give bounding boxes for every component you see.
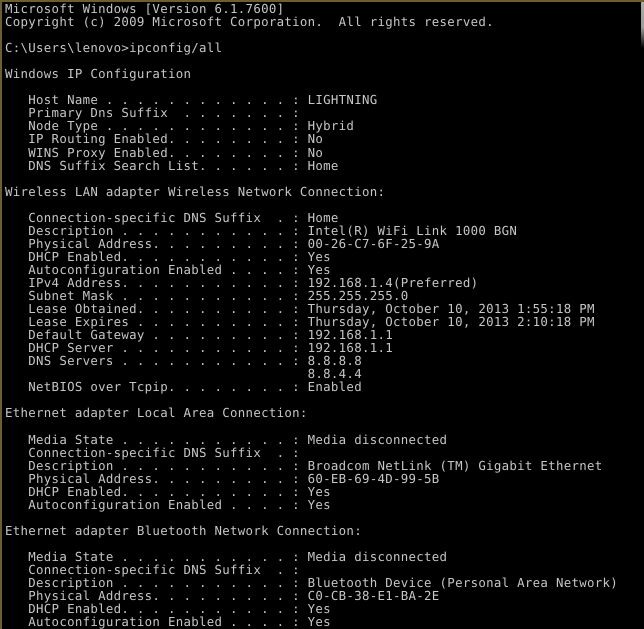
console-line: NetBIOS over Tcpip. . . . . . . . : Enab… bbox=[5, 379, 362, 395]
console-line: Copyright (c) 2009 Microsoft Corporation… bbox=[5, 14, 494, 30]
console-line: C:\Users\lenovo>ipconfig/all bbox=[5, 40, 223, 56]
console-line: Windows IP Configuration bbox=[5, 66, 192, 82]
console-line: Autoconfiguration Enabled . . . . : Yes bbox=[5, 614, 331, 629]
console-line: Physical Address. . . . . . . . . : 00-2… bbox=[5, 235, 440, 251]
console-output-text[interactable]: Microsoft Windows [Version 6.1.7600] Copy… bbox=[5, 2, 644, 629]
console-line: Wireless LAN adapter Wireless Network Co… bbox=[5, 183, 386, 199]
console-line: Description . . . . . . . . . . . : Inte… bbox=[5, 222, 518, 238]
console-line: Ethernet adapter Bluetooth Network Conne… bbox=[5, 522, 362, 538]
console-line: Ethernet adapter Local Area Connection: bbox=[5, 405, 308, 421]
console-line: DHCP Enabled. . . . . . . . . . . : Yes bbox=[5, 248, 331, 264]
console-line: Physical Address. . . . . . . . . : 60-E… bbox=[5, 470, 440, 486]
console-line: IP Routing Enabled. . . . . . . . : No bbox=[5, 131, 324, 147]
command-prompt-window[interactable]: Microsoft Windows [Version 6.1.7600] Copy… bbox=[0, 0, 644, 629]
console-line: Connection-specific DNS Suffix . : Home bbox=[5, 209, 339, 225]
console-line: Media State . . . . . . . . . . . : Medi… bbox=[5, 431, 448, 447]
console-line: Autoconfiguration Enabled . . . . : Yes bbox=[5, 496, 331, 512]
console-line: WINS Proxy Enabled. . . . . . . . : No bbox=[5, 144, 324, 160]
console-line: Connection-specific DNS Suffix . : bbox=[5, 444, 300, 460]
console-line: Description . . . . . . . . . . . : Broa… bbox=[5, 457, 603, 473]
console-line: DNS Suffix Search List. . . . . . : Home bbox=[5, 157, 339, 173]
console-line: DHCP Enabled. . . . . . . . . . . : Yes bbox=[5, 483, 331, 499]
